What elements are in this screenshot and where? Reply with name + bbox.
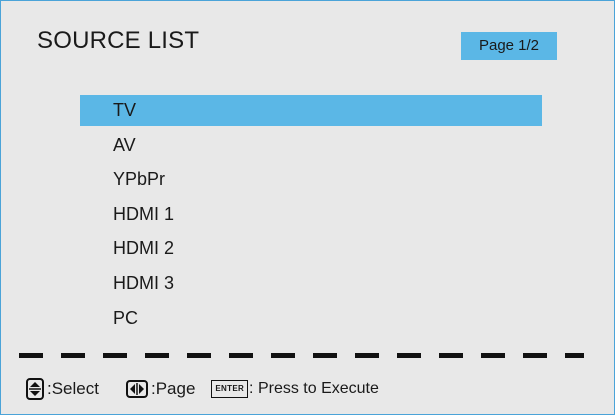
select-hint: :Select — [47, 379, 99, 398]
source-item-hdmi-1[interactable]: HDMI 1 — [80, 199, 542, 230]
page-hint: :Page — [150, 379, 196, 398]
page-indicator-badge: Page 1/2 — [461, 32, 557, 60]
page-title: SOURCE LIST — [37, 27, 200, 54]
up-down-arrows-icon — [26, 378, 44, 400]
source-item-av[interactable]: AV — [80, 130, 542, 161]
execute-hint: : Press to Execute — [249, 380, 379, 397]
enter-key-icon: ENTER — [211, 380, 249, 398]
source-item-hdmi-2[interactable]: HDMI 2 — [80, 233, 542, 264]
left-right-arrows-icon — [125, 380, 148, 398]
dashed-divider — [19, 353, 584, 358]
source-list-screen: SOURCE LIST Page 1/2 TV AV YPbPr HDMI 1 … — [0, 0, 615, 415]
source-item-tv[interactable]: TV — [80, 95, 542, 126]
help-bar: :Select :Page ENTER : Press to Execute — [26, 377, 379, 401]
source-item-pc[interactable]: PC — [80, 303, 542, 334]
source-item-ypbpr[interactable]: YPbPr — [80, 164, 542, 195]
source-item-hdmi-3[interactable]: HDMI 3 — [80, 268, 542, 299]
source-list: TV AV YPbPr HDMI 1 HDMI 2 HDMI 3 PC — [80, 95, 542, 337]
